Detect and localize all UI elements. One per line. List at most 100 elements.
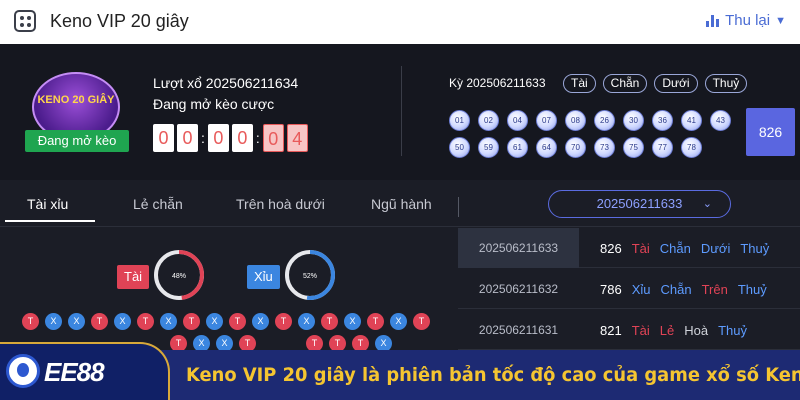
timer-digit: 0 (153, 124, 174, 152)
tab-le-chan[interactable]: Lẻ chẵn (133, 196, 183, 212)
tab-ngu-hanh[interactable]: Ngũ hành (371, 196, 432, 212)
result-tag: Thuỷ (704, 74, 748, 93)
history-result: 821 Tài Lẻ Hoà Thuỷ (580, 310, 747, 350)
history-result-tag: Lẻ (659, 322, 675, 338)
drawn-ball: 77 (652, 137, 673, 158)
chevron-down-icon: ▼ (775, 14, 786, 27)
period-select[interactable]: 202506211633 ⌄ (548, 190, 731, 218)
history-result: 786 Xỉu Chẵn Trên Thuỷ (580, 269, 767, 309)
trend-ball-xiu: X (298, 313, 315, 330)
divider (401, 66, 402, 156)
history-row[interactable]: 202506211631 821 Tài Lẻ Hoà Thuỷ (458, 310, 800, 350)
trend-ball-xiu: X (45, 313, 62, 330)
tai-label: Tài (117, 265, 150, 289)
tab-tren-hoa-duoi[interactable]: Trên hoà dưới (236, 196, 325, 212)
result-tag: Tài (563, 74, 596, 93)
banner-caption: Keno VIP 20 giây là phiên bản tốc độ cao… (186, 364, 800, 386)
tai-xiu-stats: Tài 48% Xỉu 52% TXXTXTXTXTXTXTXTXTTXXTTT… (0, 228, 458, 352)
history-row[interactable]: 202506211633 826 Tài Chẵn Dưới Thuỷ (458, 228, 800, 268)
timer-digit: 0 (177, 124, 198, 152)
xiu-percent-text: 52% (303, 273, 317, 280)
previous-result-tags: Tài Chẵn Dưới Thuỷ (563, 74, 748, 93)
tab-tai-xiu[interactable]: Tài xỉu (27, 196, 68, 212)
timer-digit: 0 (231, 124, 253, 152)
trend-ball-tai: T (413, 313, 430, 330)
history-result-tag: Hoà (684, 322, 709, 338)
history-result-tag: Chẵn (660, 281, 692, 297)
history-row[interactable]: 202506211632 786 Xỉu Chẵn Trên Thuỷ (458, 269, 800, 309)
drawn-ball: 64 (536, 137, 557, 158)
tai-percent-ring: 48% (154, 250, 204, 300)
timer-separator: : (255, 130, 260, 146)
period-select-value: 202506211633 (596, 196, 683, 211)
xiu-label: Xỉu (247, 265, 280, 289)
history-period: 202506211632 (478, 282, 559, 296)
chevron-down-icon: ⌄ (702, 198, 712, 210)
drawn-ball: 73 (594, 137, 615, 158)
countdown-timer: 0 0 : 0 0 : 0 4 (153, 124, 311, 152)
status-badge: Đang mở kèo (25, 130, 129, 152)
trend-ball-xiu: X (114, 313, 131, 330)
history-result: 826 Tài Chẵn Dưới Thuỷ (580, 228, 769, 268)
drawn-ball: 08 (565, 110, 586, 131)
drawn-ball: 36 (652, 110, 673, 131)
logo-emblem-icon (6, 354, 40, 388)
drawn-ball: 59 (478, 137, 499, 158)
trend-ball-tai: T (22, 313, 39, 330)
history-result-tag: Thuỷ (740, 240, 770, 256)
bar-chart-icon (706, 14, 720, 27)
current-draw: Lượt xổ 202506211634 (153, 75, 299, 91)
trend-ball-tai: T (91, 313, 108, 330)
active-tab-indicator (5, 220, 95, 222)
timer-digit: 0 (262, 124, 284, 152)
logo-text: EE88 (44, 357, 105, 387)
history-result-tag: Thuỷ (737, 281, 767, 297)
betting-status: Đang mở kèo cược (153, 96, 275, 112)
xiu-percent-ring: 52% (285, 250, 335, 300)
trend-ball-xiu: X (68, 313, 85, 330)
draw-status-panel: KENO 20 GIÂY Đang mở kèo Lượt xổ 2025062… (0, 44, 800, 180)
drawn-ball: 01 (449, 110, 470, 131)
drawn-ball: 30 (623, 110, 644, 131)
result-history: 202506211633 826 Tài Chẵn Dưới Thuỷ 2025062116… (458, 228, 800, 350)
drawn-ball: 02 (478, 110, 499, 131)
history-label: Thu lại (725, 12, 771, 29)
drawn-ball: 41 (681, 110, 702, 131)
history-total: 821 (600, 322, 622, 338)
drawn-ball: 04 (507, 110, 528, 131)
drawn-ball: 43 (710, 110, 731, 131)
drawn-ball: 50 (449, 137, 470, 158)
trend-ball-tai: T (229, 313, 246, 330)
history-period: 202506211633 (458, 228, 579, 268)
trend-ball-xiu: X (344, 313, 361, 330)
drawn-ball: 70 (565, 137, 586, 158)
history-result-tag: Thuỷ (718, 322, 747, 338)
drawn-ball: 26 (594, 110, 615, 131)
history-button[interactable]: Thu lại ▼ (706, 12, 786, 29)
drawn-ball: 78 (681, 137, 702, 158)
tai-percent-text: 48% (172, 273, 186, 280)
history-result-tag: Tài (631, 322, 650, 338)
trend-ball-tai: T (183, 313, 200, 330)
trend-ball-xiu: X (206, 313, 223, 330)
drawn-ball: 61 (507, 137, 528, 158)
history-result-tag: Trên (701, 281, 728, 297)
history-total: 826 (600, 240, 622, 256)
dice-icon (14, 10, 36, 32)
trend-ball-tai: T (137, 313, 154, 330)
result-tag: Chẵn (602, 74, 648, 93)
drawn-balls: 01 02 04 07 08 26 30 36 41 43 50 59 61 64 70 73 75 77 78 (449, 110, 735, 158)
timer-digit: 4 (286, 124, 308, 152)
trend-ball-xiu: X (160, 313, 177, 330)
history-period: 202506211631 (478, 323, 559, 337)
top-bar: Keno VIP 20 giây Thu lại ▼ (0, 0, 800, 44)
timer-digit: 0 (207, 124, 229, 152)
result-tag: Dưới (654, 74, 698, 93)
history-total: 786 (600, 281, 622, 297)
timer-separator: : (201, 130, 205, 146)
tab-bar: Tài xỉu Lẻ chẵn Trên hoà dưới Ngũ hành 2… (0, 180, 800, 227)
divider (458, 197, 459, 217)
trend-ball-tai: T (321, 313, 338, 330)
drawn-ball: 75 (623, 137, 644, 158)
trend-ball-tai: T (275, 313, 292, 330)
